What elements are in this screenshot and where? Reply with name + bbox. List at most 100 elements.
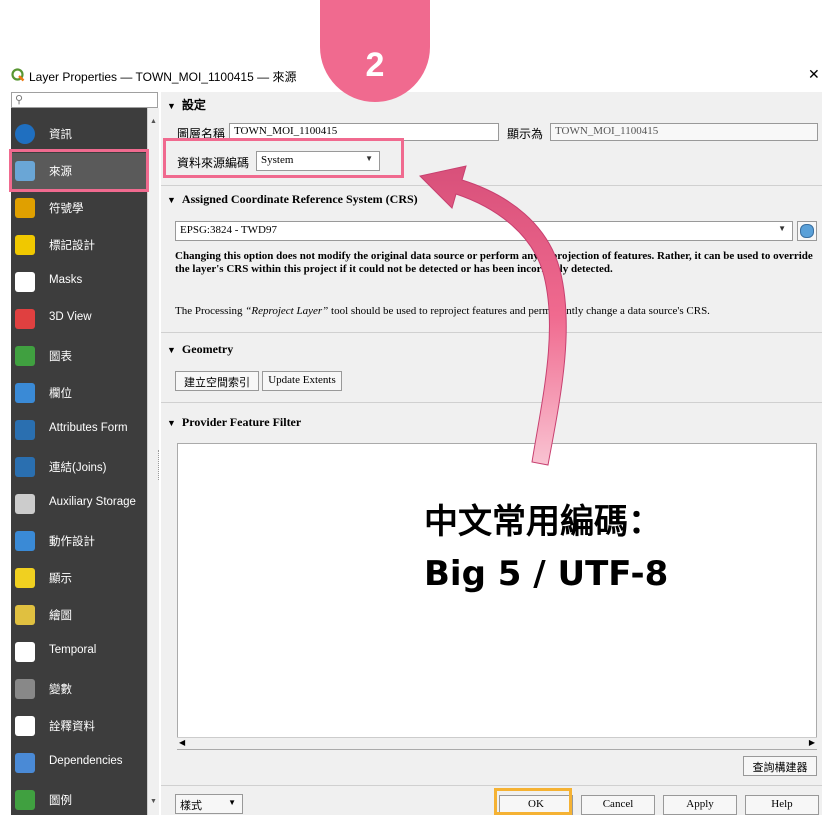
cancel-button[interactable]: Cancel: [581, 795, 655, 815]
encoding-annotation: 中文常用編碼： Big 5 / UTF-8: [424, 496, 668, 600]
legend-icon: [15, 790, 35, 810]
sidebar-item[interactable]: 欄位: [11, 375, 147, 411]
scroll-left-icon[interactable]: ◀: [179, 738, 185, 747]
sidebar: 資訊 來源 符號學 標記設計 Masks 3D View 圖表 欄位 Attributes Fo…: [11, 108, 147, 815]
crs-value: EPSG:3824 - TWD97: [180, 224, 277, 236]
sidebar-source-highlight: [9, 149, 149, 192]
query-builder-button[interactable]: 查詢構建器: [743, 756, 817, 776]
sidebar-item-label: 動作設計: [49, 536, 95, 548]
section-crs-header[interactable]: ▼ Assigned Coordinate Reference System (C…: [167, 192, 418, 207]
section-title: Assigned Coordinate Reference System (CR…: [181, 192, 418, 206]
symbology-icon: [15, 198, 35, 218]
filter-horizontal-scrollbar[interactable]: ◀ ▶: [177, 737, 817, 749]
sidebar-item-label: Dependencies: [49, 755, 123, 767]
collapse-icon: ▼: [167, 345, 176, 355]
display-as-label: 顯示為: [507, 127, 544, 141]
chevron-down-icon: ▼: [228, 798, 236, 807]
create-spatial-index-button[interactable]: 建立空間索引: [175, 371, 259, 391]
actions-gear-icon: [15, 531, 35, 551]
sidebar-item[interactable]: 動作設計: [11, 523, 147, 559]
sidebar-item-label: Attributes Form: [49, 422, 128, 434]
sidebar-search-input[interactable]: ⚲: [11, 92, 158, 108]
scroll-up-icon[interactable]: ▲: [150, 118, 157, 125]
help-button[interactable]: Help: [745, 795, 819, 815]
joins-icon: [15, 457, 35, 477]
section-filter-header[interactable]: ▼ Provider Feature Filter: [167, 415, 301, 430]
sidebar-item-label: 欄位: [49, 388, 72, 400]
section-title: Geometry: [181, 342, 234, 356]
section-title: 設定: [181, 98, 206, 112]
sidebar-item[interactable]: 圖例: [11, 782, 147, 815]
sidebar-item[interactable]: 資訊: [11, 116, 147, 152]
sidebar-item[interactable]: 詮釋資料: [11, 708, 147, 744]
annotation-line-1: 中文常用編碼：: [424, 502, 662, 542]
style-dropdown[interactable]: 樣式 ▼: [175, 794, 243, 814]
sidebar-item[interactable]: 圖表: [11, 338, 147, 374]
note-tool-name: “Reproject Layer”: [245, 305, 329, 317]
storage-icon: [15, 494, 35, 514]
sidebar-item[interactable]: 顯示: [11, 560, 147, 596]
sidebar-item-label: 3D View: [49, 311, 92, 323]
metadata-icon: [15, 716, 35, 736]
sidebar-item[interactable]: Masks: [11, 264, 147, 300]
form-icon: [15, 420, 35, 440]
scroll-right-icon[interactable]: ▶: [809, 738, 815, 747]
dependencies-icon: [15, 753, 35, 773]
style-label: 樣式: [180, 800, 202, 812]
section-geometry-header[interactable]: ▼ Geometry: [167, 342, 233, 357]
sidebar-item[interactable]: 符號學: [11, 190, 147, 226]
sidebar-item[interactable]: 連結(Joins): [11, 449, 147, 485]
main-panel: ▼ 設定 圖層名稱 TOWN_MOI_1100415 顯示為 TOWN_MOI_1…: [161, 92, 822, 815]
qgis-logo-icon: [11, 68, 25, 82]
masks-abc-icon: [15, 272, 35, 292]
crs-note-text: The Processing “Reproject Layer” tool sh…: [175, 305, 815, 317]
clock-icon: [15, 642, 35, 662]
annotation-line-2: Big 5 / UTF-8: [424, 554, 669, 594]
labels-abc-icon: [15, 235, 35, 255]
divider: [161, 402, 822, 403]
sidebar-item[interactable]: 繪圖: [11, 597, 147, 633]
apply-button[interactable]: Apply: [663, 795, 737, 815]
crs-select[interactable]: EPSG:3824 - TWD97 ▼: [175, 221, 793, 241]
select-crs-button[interactable]: [797, 221, 817, 241]
variables-icon: [15, 679, 35, 699]
sidebar-item-label: 繪圖: [49, 610, 72, 622]
splitter-handle[interactable]: [158, 450, 161, 480]
sidebar-item-label: 資訊: [49, 129, 72, 141]
window-title: Layer Properties — TOWN_MOI_1100415 — 來源: [29, 70, 297, 84]
sidebar-item-label: 符號學: [49, 203, 84, 215]
sidebar-item[interactable]: 3D View: [11, 301, 147, 337]
sidebar-item[interactable]: 標記設計: [11, 227, 147, 263]
sidebar-item-label: 詮釋資料: [49, 721, 95, 733]
search-icon: ⚲: [15, 94, 24, 106]
update-extents-button[interactable]: Update Extents: [262, 371, 342, 391]
info-icon: [15, 124, 35, 144]
sidebar-item[interactable]: 變數: [11, 671, 147, 707]
section-title: Provider Feature Filter: [181, 415, 302, 429]
sidebar-item-label: 標記設計: [49, 240, 95, 252]
note-suffix: tool should be used to reproject feature…: [331, 305, 710, 317]
display-as-field: TOWN_MOI_1100415: [550, 123, 818, 141]
crs-warning-text: Changing this option does not modify the…: [175, 250, 813, 275]
rendering-brush-icon: [15, 605, 35, 625]
note-prefix: The Processing: [175, 305, 243, 317]
ok-button-highlight: [494, 788, 572, 815]
sidebar-item[interactable]: Auxiliary Storage: [11, 486, 147, 522]
globe-icon: [800, 224, 814, 238]
sidebar-item[interactable]: Attributes Form: [11, 412, 147, 448]
display-bubble-icon: [15, 568, 35, 588]
section-settings-header[interactable]: ▼ 設定: [167, 96, 206, 113]
sidebar-item-label: 變數: [49, 684, 72, 696]
diagram-icon: [15, 346, 35, 366]
close-icon[interactable]: ✕: [808, 66, 820, 83]
sidebar-item-label: 連結(Joins): [49, 462, 107, 474]
scroll-down-icon[interactable]: ▼: [150, 798, 157, 805]
sidebar-item-label: Temporal: [49, 644, 97, 656]
sidebar-item[interactable]: Temporal: [11, 634, 147, 670]
sidebar-item-label: 圖表: [49, 351, 72, 363]
sidebar-item[interactable]: Dependencies: [11, 745, 147, 781]
collapse-icon: ▼: [167, 418, 176, 428]
divider: [161, 332, 822, 333]
cube-3d-icon: [15, 309, 35, 329]
chevron-down-icon: ▼: [778, 224, 786, 233]
